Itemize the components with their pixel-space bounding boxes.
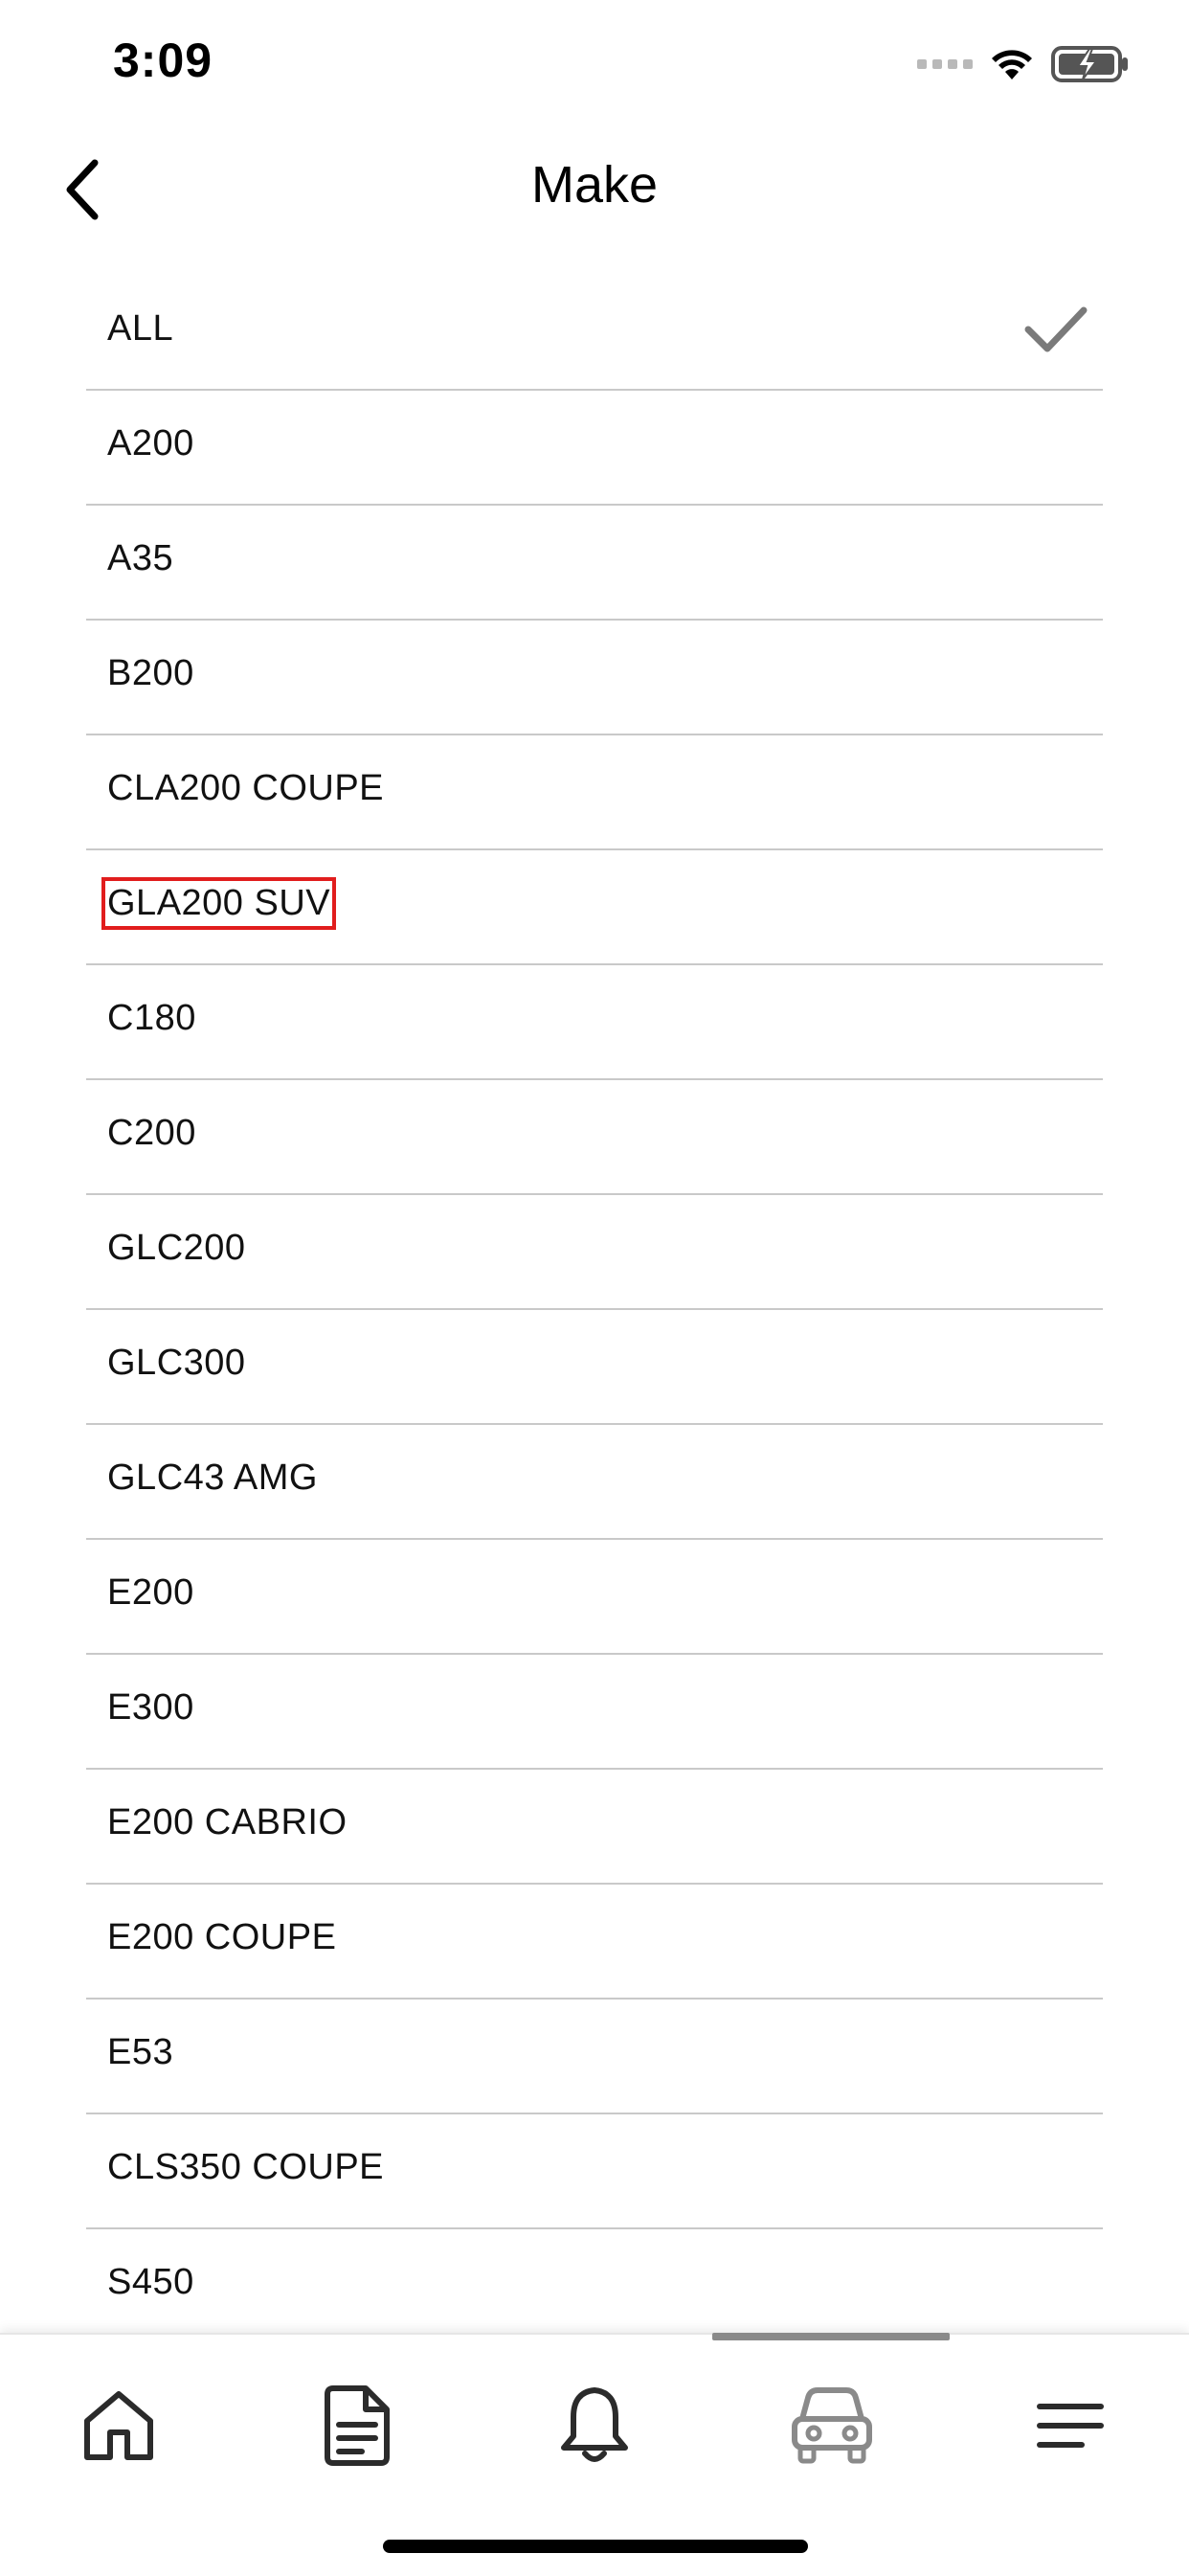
list-item-label: E300 [107, 1687, 194, 1728]
list-item[interactable]: ALL [86, 276, 1103, 391]
list-item[interactable]: GLC43 AMG [86, 1425, 1103, 1540]
list-item[interactable]: E53 [86, 2000, 1103, 2114]
list-item-label: B200 [107, 653, 194, 693]
list-item-label: E200 CABRIO [107, 1802, 348, 1842]
list-item-label: C200 [107, 1113, 196, 1153]
checkmark-icon [1024, 306, 1088, 352]
list-item[interactable]: E200 CABRIO [86, 1770, 1103, 1885]
list-item[interactable]: GLC200 [86, 1195, 1103, 1310]
list-item-label: ALL [107, 308, 174, 349]
list-item-label: GLC200 [107, 1228, 246, 1268]
bell-icon [560, 2387, 628, 2462]
list-item[interactable]: GLA200 SUV [86, 850, 1103, 965]
tab-notifications[interactable] [537, 2368, 652, 2483]
list-item[interactable]: A35 [86, 506, 1103, 621]
wifi-icon [992, 50, 1032, 79]
status-icons [917, 42, 1130, 86]
list-item[interactable]: C200 [86, 1080, 1103, 1195]
list-item[interactable]: GLC300 [86, 1310, 1103, 1425]
car-icon [792, 2387, 873, 2464]
list-item-label: CLS350 COUPE [107, 2147, 385, 2187]
tab-list [0, 2335, 1189, 2517]
page-title: Make [530, 156, 659, 214]
menu-icon [1036, 2404, 1104, 2448]
list-item-label-highlighted: GLA200 SUV [101, 877, 337, 930]
document-icon [324, 2385, 390, 2466]
list-item-label: E200 [107, 1572, 194, 1613]
list-item[interactable]: E300 [86, 1655, 1103, 1770]
list-item-label: C180 [107, 998, 196, 1038]
list-item-label: S450 [107, 2262, 194, 2302]
list-item-label: A35 [107, 538, 174, 578]
list-item-label: GLC300 [107, 1343, 246, 1383]
status-bar: 3:09 [0, 0, 1189, 134]
tab-home[interactable] [61, 2368, 176, 2483]
list-item[interactable]: CLS350 COUPE [86, 2114, 1103, 2229]
nav-bar: Make [0, 134, 1189, 245]
tab-menu[interactable] [1013, 2368, 1128, 2483]
list-item-label: A200 [107, 423, 194, 463]
list-item[interactable]: C180 [86, 965, 1103, 1080]
cellular-signal-icon [917, 59, 973, 69]
list-item-label: E200 COUPE [107, 1917, 337, 1957]
list-item-label: E53 [107, 2032, 174, 2072]
tab-vehicle[interactable] [774, 2368, 889, 2483]
list-item[interactable]: CLA200 COUPE [86, 735, 1103, 850]
tab-documents[interactable] [300, 2368, 415, 2483]
home-indicator [383, 2540, 808, 2553]
list-item[interactable]: A200 [86, 391, 1103, 506]
tab-bar [0, 2333, 1189, 2576]
home-icon [84, 2391, 154, 2460]
list-item-label: CLA200 COUPE [107, 768, 385, 808]
list-item[interactable]: B200 [86, 621, 1103, 735]
status-time: 3:09 [113, 34, 213, 87]
make-list: ALL A200 A35 B200 CLA200 COUPE GLA200 SU… [86, 276, 1103, 2344]
battery-charging-icon [1051, 46, 1128, 82]
list-item[interactable]: S450 [86, 2229, 1103, 2344]
list-item[interactable]: E200 COUPE [86, 1885, 1103, 2000]
list-item-label: GLC43 AMG [107, 1457, 318, 1498]
list-item[interactable]: E200 [86, 1540, 1103, 1655]
